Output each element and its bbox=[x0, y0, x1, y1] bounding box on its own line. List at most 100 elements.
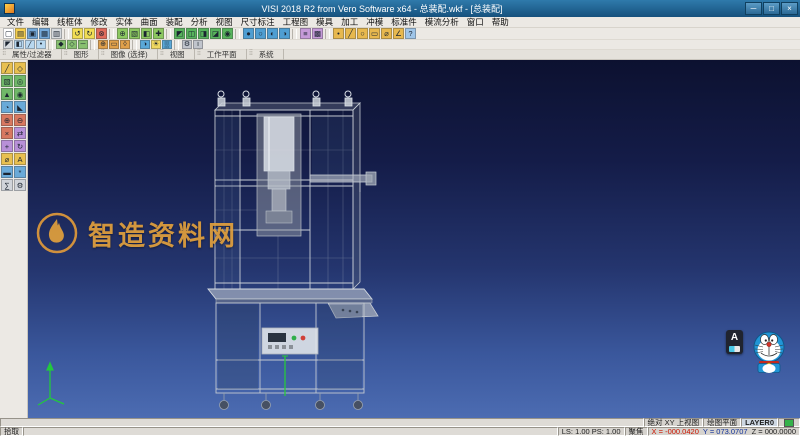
menu-item-17[interactable]: 帮助 bbox=[488, 16, 513, 28]
status-bar-bottom: 拾取 LS: 1.00 PS: 1.00 聚焦 X = -000.0420 Y … bbox=[0, 427, 800, 436]
active-layer-cell[interactable]: LAYER0 bbox=[741, 418, 778, 427]
layer-manager-icon[interactable]: ≡ bbox=[300, 28, 311, 39]
boolean-union-icon[interactable]: ⊕ bbox=[1, 114, 13, 126]
menu-item-8[interactable]: 视图 bbox=[212, 16, 237, 28]
render-mode-icon[interactable]: ◑ bbox=[140, 40, 150, 49]
wireframe-mode-icon[interactable]: ○ bbox=[255, 28, 266, 39]
shaded-mode-icon[interactable]: ● bbox=[243, 28, 254, 39]
view-front-icon[interactable]: ◨ bbox=[198, 28, 209, 39]
save-all-icon[interactable]: ▦ bbox=[39, 28, 50, 39]
rotate-icon[interactable]: ↻ bbox=[14, 140, 26, 152]
trim-icon[interactable]: × bbox=[1, 127, 13, 139]
help-icon[interactable]: ? bbox=[405, 28, 416, 39]
measure-distance-icon[interactable]: ⌀ bbox=[381, 28, 392, 39]
move-icon[interactable]: + bbox=[1, 140, 13, 152]
view-iso-icon[interactable]: ◩ bbox=[174, 28, 185, 39]
extrude-icon[interactable]: ▲ bbox=[1, 88, 13, 100]
hidden-line-mode-icon[interactable]: ◐ bbox=[267, 28, 278, 39]
text-annotation-icon[interactable]: A bbox=[14, 153, 26, 165]
minimize-button[interactable]: ─ bbox=[745, 2, 762, 15]
coordinate-z: Z = 000.0000 bbox=[752, 428, 796, 436]
section-view-icon[interactable]: ▬ bbox=[1, 166, 13, 178]
layer-color-cell[interactable] bbox=[778, 418, 800, 427]
command-prompt-field[interactable] bbox=[0, 418, 644, 427]
erase-icon[interactable]: ⊗ bbox=[96, 28, 107, 39]
menu-item-16[interactable]: 窗口 bbox=[463, 16, 488, 28]
menu-item-13[interactable]: 冲模 bbox=[362, 16, 387, 28]
mask-solids-icon[interactable]: ◆ bbox=[56, 40, 66, 49]
zoom-window-icon[interactable]: ▧ bbox=[129, 28, 140, 39]
menu-item-11[interactable]: 模具 bbox=[312, 16, 337, 28]
chamfer-icon[interactable]: ◣ bbox=[14, 101, 26, 113]
profile-sketch-icon[interactable]: ╱ bbox=[1, 62, 13, 74]
revolve-icon[interactable]: ◉ bbox=[14, 88, 26, 100]
redo-icon[interactable]: ↻ bbox=[84, 28, 95, 39]
menu-item-4[interactable]: 实体 bbox=[112, 16, 137, 28]
menu-item-14[interactable]: 标准件 bbox=[387, 16, 421, 28]
system-settings-icon[interactable]: ⚙ bbox=[182, 40, 192, 49]
select-face-icon[interactable]: ◧ bbox=[14, 40, 24, 49]
toolbar-group-label-5: 系统 bbox=[247, 49, 284, 60]
select-filter-icon[interactable]: ◤ bbox=[3, 40, 13, 49]
mask-wireframe-icon[interactable]: ─ bbox=[78, 40, 88, 49]
view-right-icon[interactable]: ◪ bbox=[210, 28, 221, 39]
workplane-dynamic-icon[interactable]: ◊ bbox=[120, 40, 130, 49]
attributes-icon[interactable]: ▩ bbox=[312, 28, 323, 39]
measure-angle-icon[interactable]: ∠ bbox=[393, 28, 404, 39]
menu-item-0[interactable]: 文件 bbox=[3, 16, 28, 28]
pan-icon[interactable]: ✚ bbox=[153, 28, 164, 39]
workplane-cell[interactable]: 绘图平面 bbox=[703, 418, 741, 427]
window-title: VISI 2018 R2 from Vero Software x64 - 总装… bbox=[19, 2, 745, 15]
fillet-icon[interactable]: ◔ bbox=[1, 101, 13, 113]
zoom-all-icon[interactable]: ⊕ bbox=[117, 28, 128, 39]
line-icon[interactable]: ╱ bbox=[345, 28, 356, 39]
dynamic-rotate-icon[interactable]: ◉ bbox=[222, 28, 233, 39]
print-icon[interactable]: ▥ bbox=[51, 28, 62, 39]
open-file-icon[interactable]: ▤ bbox=[15, 28, 26, 39]
mask-surfaces-icon[interactable]: ◇ bbox=[67, 40, 77, 49]
menu-item-1[interactable]: 编辑 bbox=[28, 16, 53, 28]
menu-item-5[interactable]: 曲面 bbox=[137, 16, 162, 28]
view-top-icon[interactable]: ◫ bbox=[186, 28, 197, 39]
dimension-icon[interactable]: ⌀ bbox=[1, 153, 13, 165]
select-vertex-icon[interactable]: • bbox=[36, 40, 46, 49]
point-icon[interactable]: • bbox=[333, 28, 344, 39]
boolean-subtract-icon[interactable]: ⊖ bbox=[14, 114, 26, 126]
maximize-button[interactable]: □ bbox=[763, 2, 780, 15]
transparency-mode-icon[interactable]: ◑ bbox=[279, 28, 290, 39]
explode-view-icon[interactable]: * bbox=[14, 166, 26, 178]
options-icon[interactable]: ⚙ bbox=[14, 179, 26, 191]
menu-item-10[interactable]: 工程图 bbox=[279, 16, 313, 28]
title-bar: VISI 2018 R2 from Vero Software x64 - 总装… bbox=[0, 0, 800, 17]
assistant-widget[interactable]: A bbox=[726, 330, 743, 354]
snap-cell[interactable]: 聚焦 bbox=[625, 427, 648, 436]
viewport-3d[interactable]: 智造资料网 A bbox=[28, 60, 800, 418]
menu-item-7[interactable]: 分析 bbox=[187, 16, 212, 28]
mirror-icon[interactable]: ⇄ bbox=[14, 127, 26, 139]
menu-item-3[interactable]: 修改 bbox=[87, 16, 112, 28]
circle-icon[interactable]: ○ bbox=[357, 28, 368, 39]
system-info-icon[interactable]: i bbox=[193, 40, 203, 49]
menu-item-12[interactable]: 加工 bbox=[337, 16, 362, 28]
menu-item-6[interactable]: 装配 bbox=[162, 16, 187, 28]
menu-item-2[interactable]: 线框体 bbox=[53, 16, 87, 28]
surface-create-icon[interactable]: ◇ bbox=[14, 62, 26, 74]
solid-box-icon[interactable]: ▧ bbox=[1, 75, 13, 87]
select-edge-icon[interactable]: ╱ bbox=[25, 40, 35, 49]
solid-cylinder-icon[interactable]: ◎ bbox=[14, 75, 26, 87]
save-icon[interactable]: ▣ bbox=[27, 28, 38, 39]
rectangle-icon[interactable]: ▭ bbox=[369, 28, 380, 39]
light-settings-icon[interactable]: ☀ bbox=[151, 40, 161, 49]
zoom-previous-icon[interactable]: ◧ bbox=[141, 28, 152, 39]
menu-item-9[interactable]: 尺寸标注 bbox=[237, 16, 279, 28]
wcs-origin-icon[interactable]: ⊕ bbox=[98, 40, 108, 49]
toolbar-separator bbox=[325, 29, 330, 39]
workplane-xy-icon[interactable]: ▭ bbox=[109, 40, 119, 49]
view-mode-cell[interactable]: 绝对 XY 上视图 bbox=[644, 418, 704, 427]
analysis-icon[interactable]: ∑ bbox=[1, 179, 13, 191]
new-file-icon[interactable]: ▢ bbox=[3, 28, 14, 39]
background-color-icon[interactable]: ▒ bbox=[162, 40, 172, 49]
menu-item-15[interactable]: 模流分析 bbox=[421, 16, 463, 28]
undo-icon[interactable]: ↺ bbox=[72, 28, 83, 39]
close-button[interactable]: × bbox=[781, 2, 798, 15]
